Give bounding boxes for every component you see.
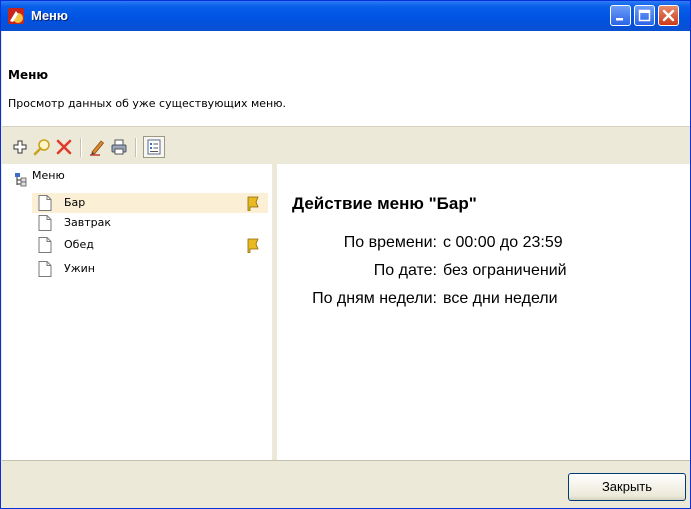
menu-window: Меню Меню Просмотр данных об уже существ… (0, 0, 691, 509)
tree-item-dinner[interactable]: Ужин (38, 259, 264, 279)
detail-value: все дни недели (443, 290, 558, 307)
document-icon (38, 237, 52, 260)
print-button[interactable] (110, 138, 128, 156)
close-icon (662, 9, 675, 22)
minimize-button[interactable] (610, 5, 631, 26)
tree-item-label: Обед (64, 238, 94, 251)
tree-icon (14, 173, 28, 194)
minimize-icon (616, 18, 623, 21)
tree-item-breakfast[interactable]: Завтрак (38, 213, 264, 233)
detail-label: По дате: (373, 262, 437, 279)
search-button[interactable] (33, 138, 51, 156)
detail-value: без ограничений (443, 262, 567, 279)
document-icon (38, 261, 52, 284)
detail-row-time: По времени: с 00:00 до 23:59 (277, 234, 690, 254)
tree-item-bar[interactable]: Бар (32, 193, 268, 213)
detail-value: с 00:00 до 23:59 (443, 234, 563, 251)
header-panel (2, 31, 690, 126)
detail-panel: Действие меню "Бар" По времени: с 00:00 … (277, 164, 690, 460)
search-icon (33, 139, 50, 156)
detail-row-weekdays: По дням недели: все дни недели (277, 290, 690, 310)
delete-button[interactable] (55, 138, 73, 156)
page-description: Просмотр данных об уже существующих меню… (8, 97, 286, 110)
toolbar (2, 126, 690, 165)
toolbar-separator (80, 138, 82, 157)
title-bar[interactable]: Меню (1, 1, 690, 31)
flag-icon (245, 237, 261, 260)
page-title: Меню (8, 68, 49, 82)
list-view-toggle[interactable] (143, 136, 165, 158)
detail-label: По времени: (343, 234, 437, 251)
list-view-icon (147, 139, 161, 155)
menu-tree[interactable]: Меню Бар Завтрак Обед Ужин (2, 164, 272, 460)
detail-label: По дням недели: (312, 290, 437, 307)
maximize-icon (638, 9, 651, 22)
toolbar-separator (135, 138, 137, 157)
delete-icon (56, 139, 72, 155)
maximize-button[interactable] (634, 5, 655, 26)
tree-item-label: Завтрак (64, 216, 112, 229)
add-icon (13, 140, 27, 154)
tree-item-label: Ужин (64, 262, 95, 275)
app-logo-icon (7, 7, 25, 25)
edit-icon (90, 140, 105, 156)
detail-row-date: По дате: без ограничений (277, 262, 690, 282)
edit-button[interactable] (88, 138, 106, 156)
footer-bar: Закрыть (2, 460, 690, 508)
window-title: Меню (31, 8, 69, 23)
detail-title: Действие меню "Бар" (292, 194, 477, 213)
add-button[interactable] (11, 138, 29, 156)
print-icon (111, 139, 127, 155)
tree-item-lunch[interactable]: Обед (38, 235, 264, 255)
tree-root-label: Меню (32, 169, 65, 182)
tree-item-label: Бар (64, 196, 86, 209)
close-button[interactable]: Закрыть (568, 473, 686, 501)
close-window-button[interactable] (658, 5, 679, 26)
